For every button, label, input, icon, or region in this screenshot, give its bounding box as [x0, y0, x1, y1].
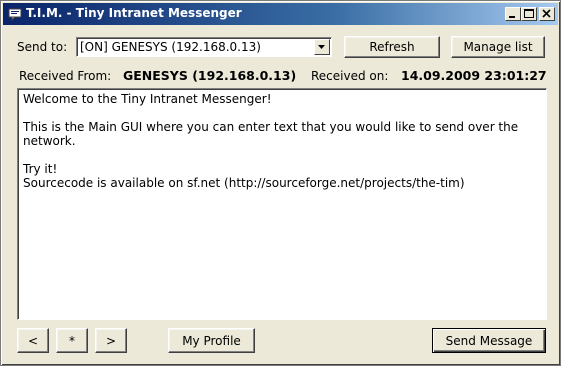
received-on-value: 14.09.2009 23:01:27	[401, 68, 547, 83]
manage-list-button[interactable]: Manage list	[451, 36, 545, 58]
next-message-button[interactable]: >	[95, 328, 127, 353]
recipient-select-value: [ON] GENESYS (192.168.0.13)	[80, 40, 261, 54]
close-icon	[542, 9, 551, 18]
my-profile-button[interactable]: My Profile	[168, 328, 255, 353]
title-bar[interactable]: T.I.M. - Tiny Intranet Messenger	[3, 3, 558, 25]
star-button[interactable]: *	[56, 328, 88, 353]
maximize-button[interactable]	[521, 7, 537, 21]
close-button[interactable]	[539, 7, 555, 21]
main-window: T.I.M. - Tiny Intranet Messenger Send to…	[0, 0, 561, 366]
previous-message-button[interactable]: <	[17, 328, 49, 353]
app-icon[interactable]	[8, 7, 22, 22]
message-textarea[interactable]: Welcome to the Tiny Intranet Messenger! …	[17, 88, 547, 320]
chevron-down-icon	[318, 45, 325, 49]
maximize-icon	[524, 9, 534, 18]
window-title: T.I.M. - Tiny Intranet Messenger	[26, 6, 242, 20]
send-to-label: Send to:	[17, 40, 68, 54]
received-from-label: Received From:	[19, 69, 112, 83]
received-from-value: GENESYS (192.168.0.13)	[123, 68, 297, 83]
recipient-dropdown-button[interactable]	[314, 39, 330, 55]
minimize-button[interactable]	[505, 7, 521, 21]
minimize-icon	[509, 16, 515, 18]
refresh-button[interactable]: Refresh	[344, 36, 440, 58]
send-message-button[interactable]: Send Message	[432, 328, 546, 353]
recipient-select[interactable]: [ON] GENESYS (192.168.0.13)	[76, 37, 332, 57]
received-on-label: Received on:	[311, 69, 389, 83]
